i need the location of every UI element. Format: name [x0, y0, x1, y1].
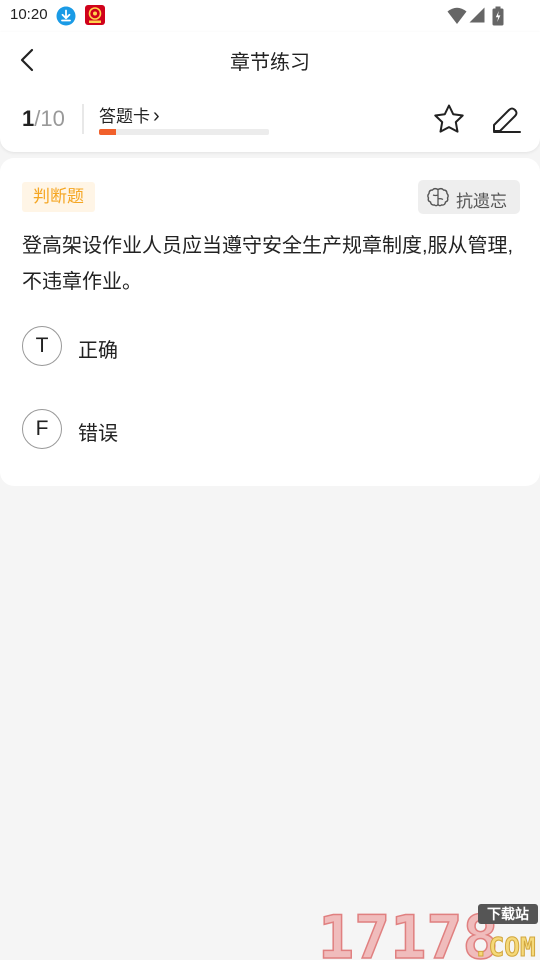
star-icon[interactable]	[432, 102, 466, 136]
anti-forget-button[interactable]: 抗遗忘	[418, 180, 520, 214]
question-progress-count: 1/10	[22, 106, 65, 132]
wifi-icon	[447, 7, 467, 24]
answer-card-label: 答题卡	[99, 107, 150, 126]
answer-card-button[interactable]: 答题卡 ›	[99, 102, 160, 127]
question-card: 判断题 抗遗忘 登高架设作业人员应当遵守安全生产规章制度,服从管理,不违章作业。…	[0, 158, 540, 486]
option-label: 错误	[78, 423, 118, 445]
brain-icon	[427, 187, 449, 207]
anti-forget-label: 抗遗忘	[456, 192, 507, 211]
chevron-right-icon: ›	[153, 105, 160, 127]
option-key-circle: F	[22, 409, 62, 449]
watermark-tag: 下载站	[487, 906, 529, 923]
top-header: 章节练习 1/10 答题卡 ›	[0, 32, 540, 152]
page-title: 章节练习	[230, 52, 310, 74]
option-label: 正确	[78, 340, 118, 362]
progress-total: /10	[34, 106, 65, 131]
status-bar: 10:20	[0, 0, 540, 32]
watermark-domain: .COM	[473, 933, 536, 960]
status-time: 10:20	[10, 6, 48, 23]
option-true[interactable]: T 正确	[22, 326, 322, 368]
signal-icon	[469, 7, 485, 23]
watermark-logo: 17178 下载站 .COM	[318, 902, 538, 960]
battery-icon	[492, 6, 504, 26]
progress-bar-fill	[99, 129, 116, 135]
question-text: 登高架设作业人员应当遵守安全生产规章制度,服从管理,不违章作业。	[22, 235, 514, 293]
progress-bar	[99, 129, 269, 135]
download-icon	[56, 6, 76, 26]
progress-current: 1	[22, 106, 35, 131]
app-notification-icon	[85, 5, 105, 25]
option-false[interactable]: F 错误	[22, 409, 322, 451]
question-type-badge: 判断题	[22, 182, 95, 212]
pencil-icon[interactable]	[490, 102, 522, 134]
watermark-number: 17178	[318, 903, 499, 960]
option-key-circle: T	[22, 326, 62, 366]
progress-divider	[82, 104, 84, 134]
